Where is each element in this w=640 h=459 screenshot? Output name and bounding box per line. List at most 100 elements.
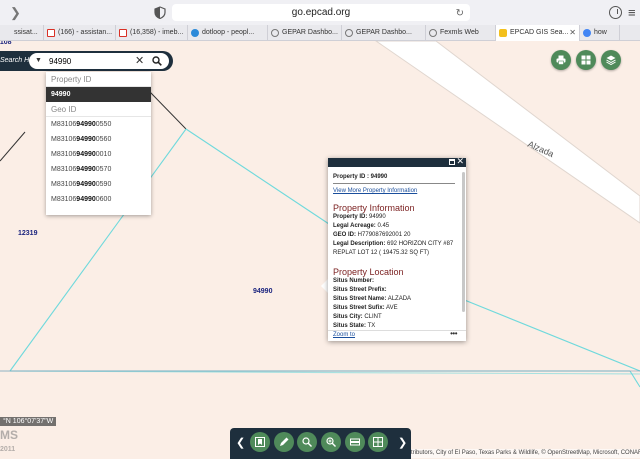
bottom-toolbar: ❮ ❯ <box>230 428 411 459</box>
search-suggestions: Property ID 94990 Geo ID M83106949900550… <box>46 72 151 215</box>
field-label: Legal Description: <box>333 241 386 247</box>
suggestion-item[interactable]: 94990 <box>46 87 151 102</box>
address-bar[interactable]: go.epcad.org ↻ <box>172 4 470 21</box>
popup-field: Situs Street Sufix: AVE <box>333 304 455 313</box>
suggestion-item[interactable]: M83106949900570 <box>46 162 151 177</box>
measure-button[interactable] <box>297 432 317 452</box>
property-popup: ✕ Property ID : 94990 View More Property… <box>328 156 466 341</box>
popup-field: Situs Street Prefix: <box>333 286 455 295</box>
field-label: GEO ID: <box>333 232 357 238</box>
suggestion-suffix: 0600 <box>95 196 112 203</box>
clear-search-icon[interactable]: ✕ <box>135 53 144 69</box>
popup-header: ✕ <box>328 156 466 167</box>
browser-tab[interactable]: ssisat... <box>0 25 44 41</box>
browser-tab[interactable]: (16,358) - imeb... <box>116 25 188 41</box>
suggestion-prefix: M83106 <box>51 166 77 173</box>
field-label: Situs State: <box>333 323 367 329</box>
url-text: go.epcad.org <box>291 7 351 18</box>
draw-icon <box>280 437 289 446</box>
more-actions-button[interactable]: ••• <box>450 329 457 338</box>
draw-button[interactable] <box>274 432 294 452</box>
map-view[interactable]: 2108 Alzada 12319 94990 °N 106°07'37"W M… <box>0 41 640 459</box>
measure-icon <box>302 437 312 447</box>
search-icon[interactable] <box>152 56 162 66</box>
maximize-icon[interactable] <box>449 159 455 165</box>
popup-field: Legal Description: 692 HORIZON CITY #87 … <box>333 240 455 258</box>
suggestion-item[interactable]: M83106949900560 <box>46 132 151 147</box>
zoom-to-link[interactable]: Zoom to <box>333 332 355 338</box>
print-map-button[interactable] <box>345 432 365 452</box>
field-value: 0.45 <box>375 223 390 229</box>
popup-pointer <box>321 279 328 293</box>
close-icon[interactable]: ✕ <box>456 156 464 167</box>
menu-icon[interactable]: ≡ <box>628 5 636 20</box>
table-button[interactable] <box>368 432 388 452</box>
tab-label: EPCAD GIS Sea... <box>510 29 569 36</box>
tab-label: GEPAR Dashbo... <box>282 29 338 36</box>
suggestion-prefix: M83106 <box>51 196 77 203</box>
browser-tab[interactable]: GEPAR Dashbo... <box>342 25 426 41</box>
popup-field: Situs Street Name: ALZADA <box>333 295 455 304</box>
browser-tab[interactable]: (166) - assistan... <box>44 25 116 41</box>
section-header: Property Location <box>333 267 404 277</box>
table-icon <box>373 437 383 447</box>
suggestion-item[interactable]: M83106949900590 <box>46 177 151 192</box>
tab-label: ssisat... <box>14 29 38 36</box>
suggestion-item[interactable]: M83106949900600 <box>46 192 151 207</box>
chevron-left-icon[interactable]: ❮ <box>236 436 245 449</box>
print-icon <box>556 55 566 65</box>
coordinate-readout: °N 106°07'37"W <box>0 417 57 426</box>
forward-icon[interactable]: ❯ <box>10 5 21 21</box>
zoom-search-button[interactable] <box>321 432 341 452</box>
parcel-boundary <box>0 131 26 162</box>
browser-tab[interactable]: Fexmls Web <box>426 25 496 41</box>
section-header: Property Information <box>333 203 415 213</box>
suggestion-group-header: Geo ID <box>46 102 151 117</box>
chevron-right-icon[interactable]: ❯ <box>398 436 407 449</box>
browser-tab[interactable]: GEPAR Dashbo... <box>268 25 342 41</box>
suggestion-suffix: 0560 <box>95 136 112 143</box>
popup-content[interactable]: Property ID : 94990 View More Property I… <box>328 167 460 330</box>
field-value: CLINT <box>362 314 382 320</box>
browser-tab[interactable]: how <box>580 25 620 41</box>
view-more-link[interactable]: View More Property Information <box>333 188 455 194</box>
basemap-button[interactable] <box>576 50 596 70</box>
field-label: Property ID: <box>333 214 368 220</box>
parcel-label: 12319 <box>18 230 38 237</box>
shield-icon[interactable] <box>154 6 166 19</box>
reload-icon[interactable]: ↻ <box>456 5 464 22</box>
browser-tab[interactable]: EPCAD GIS Sea... ✕ <box>496 25 580 41</box>
suggestion-prefix: M83106 <box>51 151 77 158</box>
close-tab-icon[interactable]: ✕ <box>569 25 576 41</box>
search-source-dropdown[interactable]: ▼ <box>32 54 45 68</box>
bookmark-button[interactable] <box>250 432 270 452</box>
field-label: Legal Acreage: <box>333 223 376 229</box>
bookmark-icon <box>255 437 265 447</box>
layers-button[interactable] <box>601 50 621 70</box>
map-label: 2108 <box>0 41 12 46</box>
suggestion-item[interactable]: M83106949900550 <box>46 117 151 132</box>
download-icon[interactable] <box>609 6 622 19</box>
watermark-text: MS <box>0 428 18 442</box>
print-map-icon <box>350 438 360 446</box>
suggestion-suffix: 0590 <box>95 181 112 188</box>
dotloop-icon <box>191 29 199 37</box>
field-label: Situs Street Sufix: <box>333 305 385 311</box>
browser-tab[interactable]: dotloop - peopl... <box>188 25 268 41</box>
suggestion-item[interactable]: M83106949900010 <box>46 147 151 162</box>
field-label: Situs Street Name: <box>333 296 387 302</box>
suggestion-prefix: M83106 <box>51 121 77 128</box>
gmail-icon <box>47 29 55 37</box>
suggestion-suffix: 0570 <box>95 166 112 173</box>
print-button[interactable] <box>551 50 571 70</box>
globe-icon <box>345 29 353 37</box>
suggestion-match: 94990 <box>76 151 96 158</box>
search-input[interactable] <box>49 53 131 69</box>
field-value: AVE <box>384 305 398 311</box>
suggestion-match: 94990 <box>76 166 96 173</box>
parcel-boundary <box>149 91 187 130</box>
popup-field: Situs State: TX <box>333 322 455 330</box>
popup-scrollbar[interactable] <box>462 172 465 312</box>
popup-field: Property ID: 94990 <box>333 213 455 222</box>
field-value: ALZADA <box>386 296 412 302</box>
